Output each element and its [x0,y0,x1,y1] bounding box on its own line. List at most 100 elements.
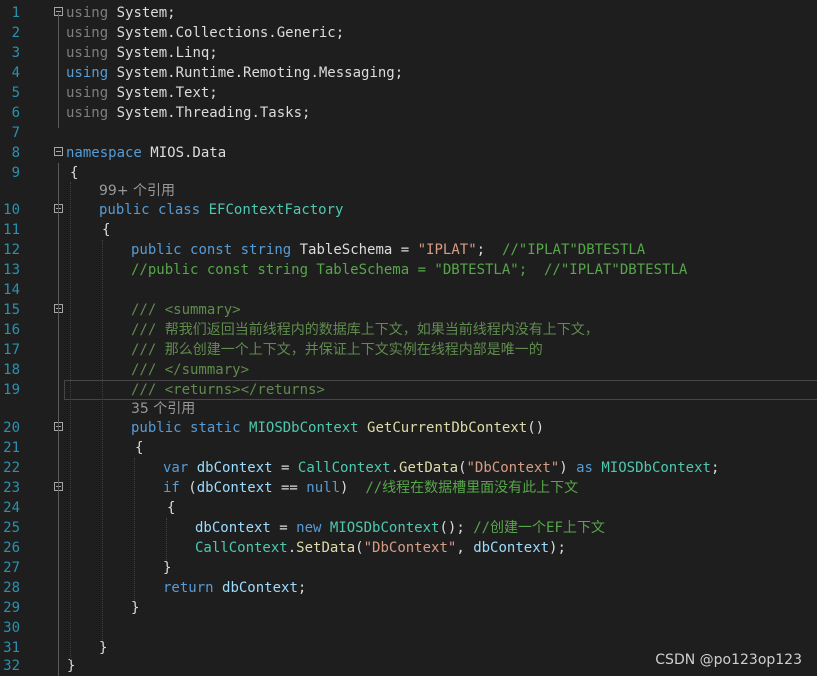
code-text: } [131,598,139,618]
line-number: 16 [3,322,20,338]
code-line[interactable]: 3 using System.Linq; [0,43,817,63]
code-token: MIOSDbContext [249,420,359,436]
collapse-icon[interactable] [54,147,63,156]
code-line[interactable]: 29} [0,598,817,618]
code-line[interactable]: 30 [0,618,817,638]
code-token: System.Text; [108,85,218,101]
code-token: System.Linq; [108,45,218,61]
code-text: } [67,656,75,676]
code-token: ); [549,540,566,556]
code-line[interactable]: 26 CallContext.SetData("DbContext", dbCon… [0,538,817,558]
code-line[interactable]: 9{ [0,163,817,183]
code-line[interactable]: 17 /// 那么创建一个上下文，并保证上下文实例在线程内部是唯一的 [0,340,817,360]
line-number: 18 [3,362,20,378]
code-text: namespace MIOS.Data [66,143,226,163]
code-text: //public const string TableSchema = "DBT… [131,260,687,280]
code-text: var dbContext = CallContext.GetData("DbC… [163,458,719,478]
code-token: ) [340,480,366,496]
code-token: ) [559,460,577,476]
code-token: //创建一个EF上下文 [473,520,605,536]
code-text: /// </summary> [131,360,249,380]
code-text: { [102,220,110,240]
code-lens-references[interactable]: 99+ 个引用 [99,181,175,201]
code-token: public [99,202,150,218]
indent-guide [102,240,103,640]
line-number: 21 [3,440,20,456]
code-token: class [158,202,201,218]
code-token: EFContextFactory [208,202,344,218]
code-token: "IPLAT" [417,242,477,258]
code-token: dbContext [196,480,273,496]
code-editor[interactable]: 1 using System; 2 using System.Collections.… [0,0,817,676]
code-line[interactable]: 16 /// 帮我们返回当前线程内的数据库上下文，如果当前线程内没有上下文， [0,320,817,340]
code-line[interactable]: 15 /// <summary> [0,300,817,320]
code-line[interactable]: 18 /// </summary> [0,360,817,380]
code-line[interactable]: 27} [0,558,817,578]
code-line[interactable]: 4 using System.Runtime.Remoting.Messaging… [0,63,817,83]
line-number: 2 [11,25,20,41]
line-number: 27 [3,560,20,576]
code-token: using [66,65,109,81]
code-text: using System.Collections.Generic; [66,23,344,43]
line-number: 15 [3,302,20,318]
code-token: namespace [66,145,142,161]
code-token: System.Threading.Tasks; [108,105,311,121]
code-line[interactable]: 21 { [0,438,817,458]
line-number: 32 [3,658,20,674]
line-number: 10 [3,202,20,218]
code-line[interactable]: 7 [0,123,817,143]
code-token: TableSchema = [291,242,418,258]
code-line[interactable]: 2 using System.Collections.Generic; [0,23,817,43]
code-token: . [287,540,297,556]
code-lens-references[interactable]: 35 个引用 [131,399,195,419]
code-text: public class EFContextFactory [99,200,343,220]
code-text: /// 那么创建一个上下文，并保证上下文实例在线程内部是唯一的 [131,340,543,360]
code-token: //线程在数据槽里面没有此上下文 [365,480,579,496]
code-text: if (dbContext == null) //线程在数据槽里面没有此上下文 [163,478,578,498]
code-token: static [190,420,241,436]
indent-guide [134,458,135,600]
code-token: SetData [296,540,356,556]
code-line[interactable]: 28 return dbContext; [0,578,817,598]
line-number: 6 [11,105,20,121]
code-line[interactable]: 14 [0,280,817,300]
code-line[interactable]: 13 //public const string TableSchema = "D… [0,260,817,280]
code-line[interactable]: 8 namespace MIOS.Data [0,143,817,163]
code-text: dbContext = new MIOSDbContext(); //创建一个E… [195,518,605,538]
code-token: //public const string TableSchema = "DBT… [131,262,688,278]
code-token: = [272,460,298,476]
code-token: as [576,460,593,476]
code-line[interactable]: 5 using System.Text; [0,83,817,103]
code-text: { [70,163,78,183]
code-line[interactable]: 10 public class EFContextFactory [0,200,817,220]
code-line[interactable]: 24 { [0,498,817,518]
code-line[interactable]: 1 using System; [0,3,817,23]
code-token: ; [297,580,307,596]
code-token: if [163,480,180,496]
code-line[interactable]: 20 public static MIOSDbContext GetCurrent… [0,418,817,438]
code-token: dbContext [473,540,550,556]
code-token: . [390,460,400,476]
indent-guide [70,182,71,660]
line-number: 3 [11,45,20,61]
code-line[interactable]: 22 var dbContext = CallContext.GetData("D… [0,458,817,478]
code-line[interactable]: 23 if (dbContext == null) //线程在数据槽里面没有此上下… [0,478,817,498]
code-line[interactable]: 11 { [0,220,817,240]
code-token: using [66,105,109,121]
code-text: CallContext.SetData("DbContext", dbConte… [195,538,566,558]
code-token: CallContext [297,460,391,476]
code-text: /// <returns></returns> [131,380,325,400]
code-line[interactable]: 25 dbContext = new MIOSDbContext(); //创建一… [0,518,817,538]
code-token: "DbContext" [466,460,560,476]
code-token: GetCurrentDbContext [367,420,528,436]
code-line[interactable]: 6 using System.Threading.Tasks; [0,103,817,123]
line-number: 7 [11,125,20,141]
code-token: MIOSDbContext [601,460,711,476]
code-line[interactable]: 12 public const string TableSchema = "IPL… [0,240,817,260]
code-text: return dbContext; [163,578,306,598]
code-line[interactable]: 19 /// <returns></returns> [0,380,817,400]
code-text: { [135,438,143,458]
